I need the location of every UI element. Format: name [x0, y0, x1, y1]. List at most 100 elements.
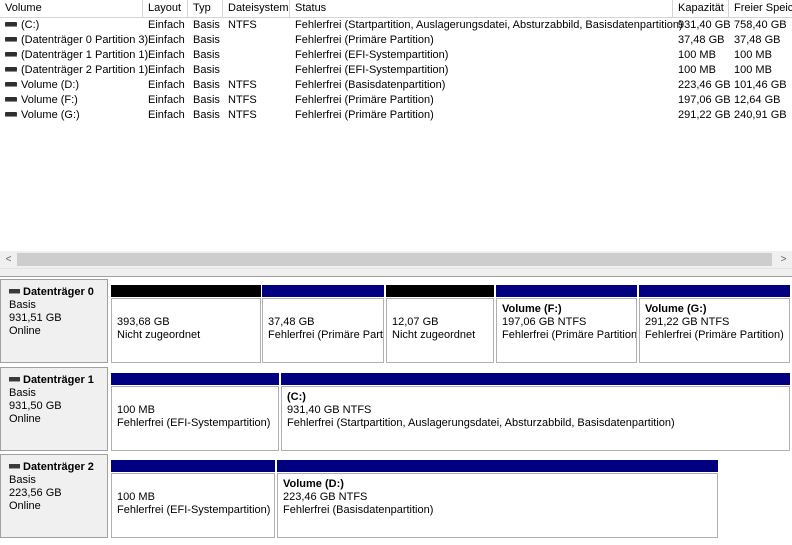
- partition-block[interactable]: 37,48 GB Fehlerfrei (Primäre Parti: [262, 285, 384, 363]
- column-header-status[interactable]: Status: [290, 0, 673, 17]
- partition-body: Volume (F:) 197,06 GB NTFS Fehlerfrei (Pri…: [496, 298, 637, 363]
- partition-status: Fehlerfrei (EFI-Systempartition): [117, 504, 271, 516]
- disk-row: Datenträger 0 Basis 931,51 GB Online 393,68 …: [0, 279, 792, 363]
- volume-cell-layout: Einfach: [148, 94, 185, 106]
- volume-cell-typ: Basis: [193, 19, 220, 31]
- volume-row[interactable]: Volume (F:) Einfach Basis NTFS Fehlerfrei (P…: [0, 93, 792, 108]
- disk-row: Datenträger 1 Basis 931,50 GB Online 100 MB F…: [0, 367, 792, 451]
- disk-state: Online: [9, 325, 41, 337]
- disk-type: Basis: [9, 474, 36, 486]
- disk-label[interactable]: Datenträger 0 Basis 931,51 GB Online: [0, 279, 108, 363]
- partition-bar: [281, 373, 790, 385]
- volume-cell-volume: (Datenträger 2 Partition 1): [5, 63, 148, 78]
- column-header-freier-speicher[interactable]: Freier Speich: [729, 0, 792, 17]
- volume-row[interactable]: Volume (D:) Einfach Basis NTFS Fehlerfrei (B…: [0, 78, 792, 93]
- disk-row: Datenträger 2 Basis 223,56 GB Online 100 MB F…: [0, 454, 792, 538]
- partition-block[interactable]: 100 MB Fehlerfrei (EFI-Systempartition): [111, 460, 275, 538]
- volume-cell-volume: (Datenträger 0 Partition 3): [5, 33, 148, 48]
- volume-cell-status: Fehlerfrei (EFI-Systempartition): [295, 64, 449, 76]
- volume-cell-status: Fehlerfrei (Primäre Partition): [295, 34, 434, 46]
- disk-name: Datenträger 2: [23, 461, 94, 473]
- disk-size: 931,50 GB: [9, 400, 62, 412]
- partition-block[interactable]: (C:) 931,40 GB NTFS Fehlerfrei (Startparti…: [281, 373, 790, 451]
- volume-cell-layout: Einfach: [148, 19, 185, 31]
- partition-size: 100 MB: [117, 491, 155, 503]
- volume-cell-layout: Einfach: [148, 34, 185, 46]
- disk-type: Basis: [9, 387, 36, 399]
- column-header-layout[interactable]: Layout: [143, 0, 188, 17]
- partition-body: Volume (G:) 291,22 GB NTFS Fehlerfrei (Pri…: [639, 298, 790, 363]
- drive-icon: [5, 51, 17, 57]
- partition-block[interactable]: 393,68 GB Nicht zugeordnet: [111, 285, 261, 363]
- volume-cell-fs: NTFS: [228, 94, 257, 106]
- drive-icon: [5, 111, 17, 117]
- scroll-left-arrow-icon[interactable]: <: [0, 251, 17, 268]
- horizontal-scrollbar[interactable]: < >: [0, 251, 792, 268]
- partition-status: Fehlerfrei (Primäre Parti: [268, 329, 384, 341]
- column-header-volume[interactable]: Volume: [0, 0, 143, 17]
- disk-label[interactable]: Datenträger 1 Basis 931,50 GB Online: [0, 367, 108, 451]
- volume-cell-free: 240,91 GB: [734, 109, 787, 121]
- volume-cell-typ: Basis: [193, 109, 220, 121]
- volume-cell-free: 758,40 GB: [734, 19, 787, 31]
- disk-name-line: Datenträger 1: [9, 374, 107, 387]
- partition-block[interactable]: 12,07 GB Nicht zugeordnet: [386, 285, 494, 363]
- partition-size: 100 MB: [117, 404, 155, 416]
- partition-size: 197,06 GB NTFS: [502, 316, 587, 328]
- volume-row[interactable]: (Datenträger 1 Partition 1) Einfach Basis F…: [0, 48, 792, 63]
- volume-cell-typ: Basis: [193, 64, 220, 76]
- partition-status: Fehlerfrei (Startpartition, Auslagerungs…: [287, 417, 675, 429]
- volume-cell-capacity: 223,46 GB: [678, 79, 731, 91]
- volume-cell-layout: Einfach: [148, 49, 185, 61]
- disk-name: Datenträger 0: [23, 286, 94, 298]
- volume-row[interactable]: (Datenträger 0 Partition 3) Einfach Basis F…: [0, 33, 792, 48]
- partition-bar: [496, 285, 637, 297]
- volume-cell-status: Fehlerfrei (Startpartition, Auslagerungs…: [295, 19, 683, 31]
- column-header-kapazitaet[interactable]: Kapazität: [673, 0, 729, 17]
- partition-block[interactable]: 100 MB Fehlerfrei (EFI-Systempartition): [111, 373, 279, 451]
- volume-cell-fs: NTFS: [228, 79, 257, 91]
- partition-status: Fehlerfrei (Primäre Partition: [502, 329, 637, 341]
- partition-title: [117, 303, 260, 316]
- volume-cell-typ: Basis: [193, 94, 220, 106]
- partition-body: Volume (D:) 223,46 GB NTFS Fehlerfrei (Bas…: [277, 473, 718, 538]
- volume-list: Volume Layout Typ Dateisystem Status Kap…: [0, 0, 792, 268]
- volume-cell-layout: Einfach: [148, 109, 185, 121]
- partition-title: (C:): [287, 391, 306, 403]
- volume-cell-free: 12,64 GB: [734, 94, 781, 106]
- volume-cell-volume: Volume (D:): [5, 78, 79, 93]
- partition-block[interactable]: Volume (G:) 291,22 GB NTFS Fehlerfrei (Pri…: [639, 285, 790, 363]
- volume-cell-fs: NTFS: [228, 109, 257, 121]
- volume-cell-volume: Volume (F:): [5, 93, 78, 108]
- partition-body: 393,68 GB Nicht zugeordnet: [111, 298, 261, 363]
- partition-body: 12,07 GB Nicht zugeordnet: [386, 298, 494, 363]
- scroll-right-arrow-icon[interactable]: >: [775, 251, 792, 268]
- volume-cell-capacity: 931,40 GB: [678, 19, 731, 31]
- scrollbar-thumb[interactable]: [17, 253, 772, 266]
- volume-row[interactable]: (Datenträger 2 Partition 1) Einfach Basis F…: [0, 63, 792, 78]
- partition-status: Fehlerfrei (EFI-Systempartition): [117, 417, 271, 429]
- partition-title: Volume (D:): [283, 478, 344, 490]
- volume-cell-free: 37,48 GB: [734, 34, 781, 46]
- disk-label[interactable]: Datenträger 2 Basis 223,56 GB Online: [0, 454, 108, 538]
- partition-title: [268, 303, 383, 316]
- pane-splitter[interactable]: [0, 268, 792, 277]
- disk-state: Online: [9, 500, 41, 512]
- partition-bar: [386, 285, 494, 297]
- partition-block[interactable]: Volume (F:) 197,06 GB NTFS Fehlerfrei (Pri…: [496, 285, 637, 363]
- volume-cell-capacity: 37,48 GB: [678, 34, 725, 46]
- drive-icon: [5, 96, 17, 102]
- volume-row[interactable]: Volume (G:) Einfach Basis NTFS Fehlerfrei (P…: [0, 108, 792, 123]
- disk-size: 223,56 GB: [9, 487, 62, 499]
- volume-row[interactable]: (C:) Einfach Basis NTFS Fehlerfrei (Startpar…: [0, 18, 792, 33]
- partition-bar: [111, 460, 275, 472]
- column-header-typ[interactable]: Typ: [188, 0, 223, 17]
- volume-cell-capacity: 100 MB: [678, 64, 716, 76]
- column-header-dateisystem[interactable]: Dateisystem: [223, 0, 290, 17]
- partition-block[interactable]: Volume (D:) 223,46 GB NTFS Fehlerfrei (Bas…: [277, 460, 718, 538]
- drive-icon: [5, 66, 17, 72]
- drive-icon: [5, 21, 17, 27]
- volume-cell-layout: Einfach: [148, 64, 185, 76]
- disk-map: Datenträger 0 Basis 931,51 GB Online 393,68 …: [0, 277, 792, 545]
- partition-size: 223,46 GB NTFS: [283, 491, 368, 503]
